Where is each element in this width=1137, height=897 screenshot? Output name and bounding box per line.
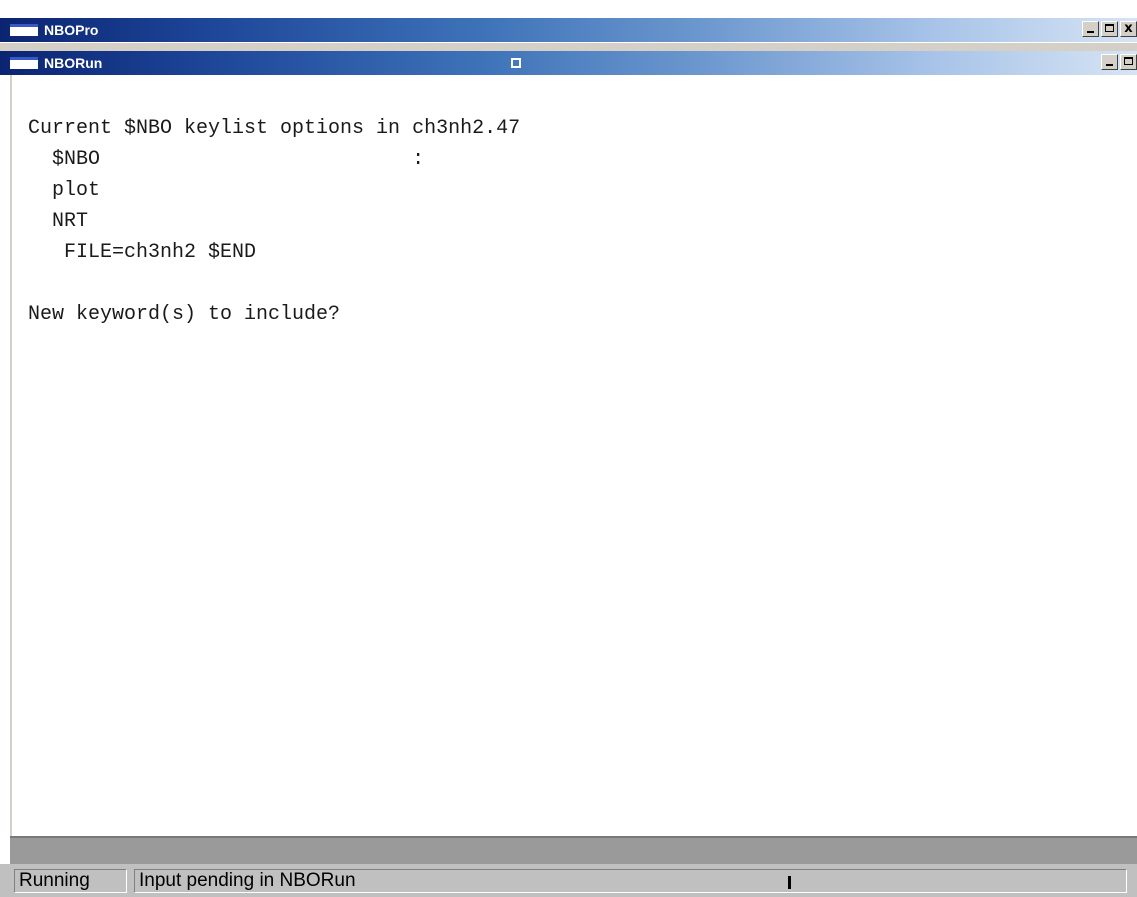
minimize-button[interactable] [1101, 54, 1118, 70]
close-button[interactable]: x [1120, 21, 1137, 37]
restore-indicator-icon [511, 58, 521, 68]
horizontal-scroll-area[interactable] [10, 836, 1137, 864]
window-left-border [0, 75, 10, 864]
text-cursor-icon [788, 876, 791, 889]
outer-window-controls: x [1080, 21, 1137, 37]
window-app-icon [10, 24, 38, 36]
inner-window-controls [1099, 54, 1137, 70]
console-line: NRT [28, 210, 89, 233]
console-prompt: New keyword(s) to include? [28, 303, 341, 326]
window-app-icon [10, 57, 38, 69]
desktop-top-strip [0, 0, 1137, 18]
status-state: Running [14, 869, 127, 893]
outer-window-title: NBOPro [44, 22, 99, 38]
console-output[interactable]: Current $NBO keylist options in ch3nh2.4… [10, 75, 1137, 836]
inner-window-titlebar[interactable]: NBORun [0, 51, 1137, 75]
window-frame-divider [0, 42, 1137, 51]
inner-window-title: NBORun [44, 55, 103, 71]
status-message: Input pending in NBORun [134, 869, 1127, 893]
console-line: Current $NBO keylist options in ch3nh2.4… [28, 117, 521, 140]
outer-window-titlebar[interactable]: NBOPro x [0, 18, 1137, 42]
maximize-button[interactable] [1101, 21, 1118, 37]
minimize-button[interactable] [1082, 21, 1099, 37]
console-line: plot [28, 179, 101, 202]
console-line: FILE=ch3nh2 $END [28, 241, 257, 264]
maximize-button[interactable] [1120, 54, 1137, 70]
console-line: $NBO : [28, 148, 425, 171]
status-bar: Running Input pending in NBORun [0, 864, 1137, 897]
